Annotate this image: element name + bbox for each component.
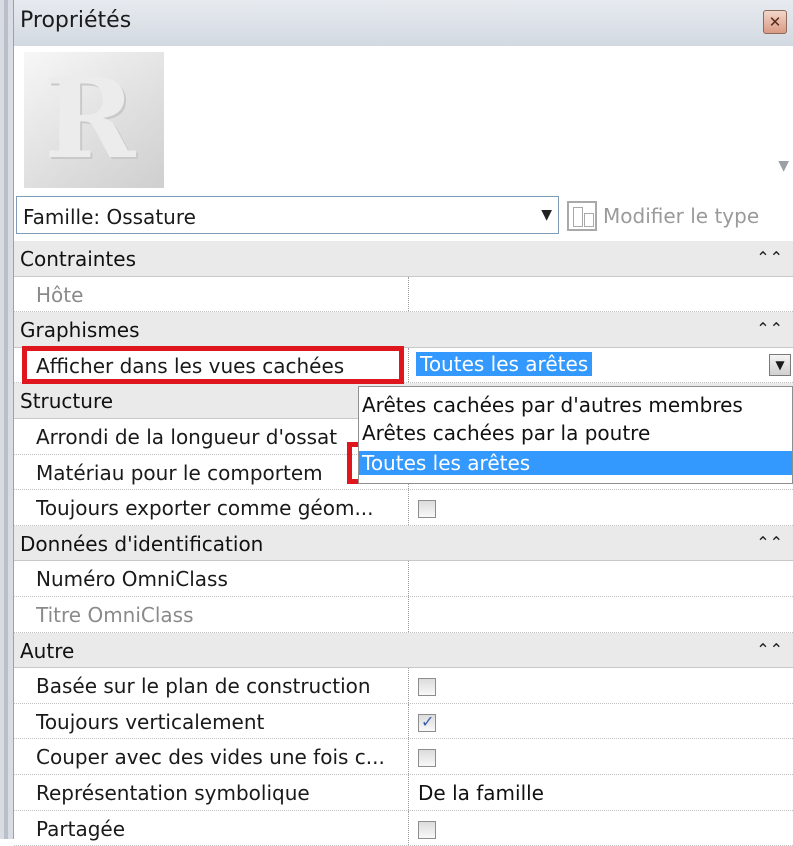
checkbox-checked[interactable] [418, 714, 436, 732]
double-chevron-up-icon[interactable]: ⌃⌃ [756, 248, 783, 267]
property-row-representation-symbolique[interactable]: Représentation symbolique De la famille [14, 775, 793, 811]
close-icon: ✕ [769, 13, 782, 31]
properties-palette: Propriétés ✕ R ▼ Famille: Ossature ▼ Mod… [0, 0, 793, 839]
property-value[interactable]: De la famille [418, 781, 544, 805]
property-name: Partagée [36, 817, 406, 841]
property-row-couper-vides[interactable]: Couper avec des vides une fois c... [14, 739, 793, 775]
highlight-box-parameter [22, 346, 404, 384]
hidden-view-options-list: Arêtes cachées par d'autres membres Arêt… [358, 386, 793, 484]
property-row-partagee[interactable]: Partagée [14, 811, 793, 846]
property-name: Basée sur le plan de construction [36, 674, 406, 698]
property-row-numero-omniclass[interactable]: Numéro OmniClass [14, 561, 793, 597]
group-label: Données d'identification [20, 532, 263, 556]
edit-type-icon [567, 201, 597, 231]
family-dropdown[interactable]: Famille: Ossature ▼ [16, 196, 559, 234]
property-name: Toujours exporter comme géom... [36, 496, 406, 520]
chevron-down-icon[interactable]: ▼ [769, 354, 791, 376]
property-name: Titre OmniClass [36, 603, 406, 627]
property-name: Couper avec des vides une fois c... [36, 745, 406, 769]
group-label: Autre [20, 639, 74, 663]
revit-logo-thumbnail: R [24, 52, 164, 188]
chevron-down-icon: ▼ [541, 207, 552, 223]
property-row-hote[interactable]: Hôte [14, 277, 793, 313]
group-label: Structure [20, 389, 113, 413]
window-left-border [0, 0, 14, 839]
property-name: Hôte [36, 283, 406, 307]
double-chevron-up-icon[interactable]: ⌃⌃ [756, 640, 783, 659]
dropdown-option-selected[interactable]: Toutes les arêtes [359, 451, 792, 475]
checkbox[interactable] [418, 821, 436, 839]
checkbox[interactable] [418, 678, 436, 696]
double-chevron-up-icon[interactable]: ⌃⌃ [756, 319, 783, 338]
type-preview: R ▼ [14, 46, 793, 194]
close-button[interactable]: ✕ [763, 10, 787, 34]
group-header-identification[interactable]: Données d'identification ⌃⌃ [14, 526, 793, 562]
dropdown-option[interactable]: Arêtes cachées par d'autres membres [362, 393, 743, 417]
checkbox[interactable] [418, 500, 436, 518]
group-header-graphismes[interactable]: Graphismes ⌃⌃ [14, 312, 793, 348]
title-bar: Propriétés ✕ [14, 0, 793, 47]
double-chevron-up-icon[interactable]: ⌃⌃ [756, 533, 783, 552]
group-label: Graphismes [20, 318, 140, 342]
window-title: Propriétés [20, 8, 131, 33]
property-row-plan-construction[interactable]: Basée sur le plan de construction [14, 668, 793, 704]
hidden-view-value[interactable]: Toutes les arêtes [416, 352, 592, 376]
group-label: Contraintes [20, 247, 136, 271]
property-row-titre-omniclass[interactable]: Titre OmniClass [14, 597, 793, 633]
property-row-toujours-verticalement[interactable]: Toujours verticalement [14, 704, 793, 740]
modify-type-label: Modifier le type [603, 204, 759, 228]
type-selector-row: Famille: Ossature ▼ Modifier le type [14, 194, 793, 240]
modify-type-button[interactable]: Modifier le type [567, 198, 759, 234]
checkbox[interactable] [418, 749, 436, 767]
property-name: Représentation symbolique [36, 781, 406, 805]
group-header-autre[interactable]: Autre ⌃⌃ [14, 633, 793, 669]
preview-scroll-icon[interactable]: ▼ [778, 158, 789, 174]
dropdown-option[interactable]: Arêtes cachées par la poutre [362, 421, 650, 445]
properties-grid: Contraintes ⌃⌃ Hôte Graphismes ⌃⌃ Affich… [14, 241, 793, 846]
group-header-contraintes[interactable]: Contraintes ⌃⌃ [14, 241, 793, 277]
property-name: Toujours verticalement [36, 710, 406, 734]
property-row-exporter-geom[interactable]: Toujours exporter comme géom... [14, 490, 793, 526]
family-dropdown-value: Famille: Ossature [23, 205, 196, 229]
property-name: Numéro OmniClass [36, 567, 406, 591]
